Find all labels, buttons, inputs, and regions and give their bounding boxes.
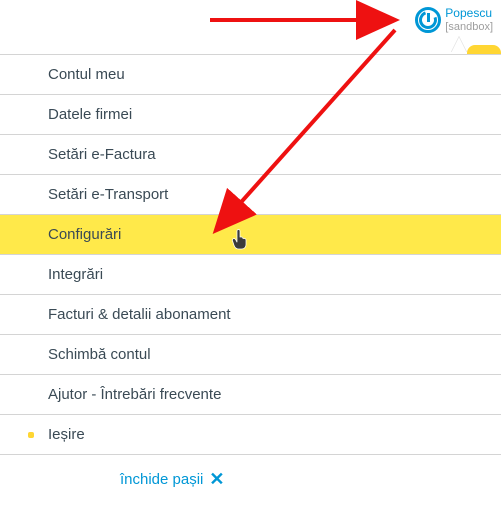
power-icon [415, 7, 441, 33]
close-icon: ✕ [209, 469, 224, 490]
menu-item-label: Integrări [48, 266, 103, 283]
dot-icon [28, 432, 34, 438]
menu-item-help[interactable]: Ajutor - Întrebări frecvente [0, 375, 501, 415]
close-steps-link[interactable]: închide pașii ✕ [0, 455, 501, 503]
menu-item-label: Setări e-Factura [48, 146, 156, 163]
user-dropdown-menu: Contul meu Datele firmei Setări e-Factur… [0, 54, 501, 503]
top-bar: Popescu [sandbox] [0, 0, 501, 40]
dropdown-tail [451, 37, 467, 53]
close-steps-label: închide pașii [120, 471, 203, 488]
menu-item-label: Facturi & detalii abonament [48, 306, 231, 323]
menu-item-label: Ajutor - Întrebări frecvente [48, 386, 221, 403]
menu-item-label: Setări e-Transport [48, 186, 168, 203]
menu-item-config[interactable]: Configurări [0, 215, 501, 255]
menu-item-account[interactable]: Contul meu [0, 55, 501, 95]
user-env: [sandbox] [445, 21, 493, 33]
menu-item-integrations[interactable]: Integrări [0, 255, 501, 295]
menu-item-label: Schimbă contul [48, 346, 151, 363]
user-text: Popescu [sandbox] [445, 7, 493, 32]
menu-item-label: Datele firmei [48, 106, 132, 123]
menu-item-logout[interactable]: Ieșire [0, 415, 501, 455]
user-menu-trigger[interactable]: Popescu [sandbox] [415, 7, 493, 33]
menu-item-label: Contul meu [48, 66, 125, 83]
menu-item-invoices[interactable]: Facturi & detalii abonament [0, 295, 501, 335]
user-name: Popescu [445, 7, 493, 20]
menu-item-label: Configurări [48, 226, 121, 243]
menu-item-efactura[interactable]: Setări e-Factura [0, 135, 501, 175]
menu-item-company[interactable]: Datele firmei [0, 95, 501, 135]
menu-item-switch[interactable]: Schimbă contul [0, 335, 501, 375]
menu-item-label: Ieșire [48, 426, 85, 443]
menu-item-etransport[interactable]: Setări e-Transport [0, 175, 501, 215]
